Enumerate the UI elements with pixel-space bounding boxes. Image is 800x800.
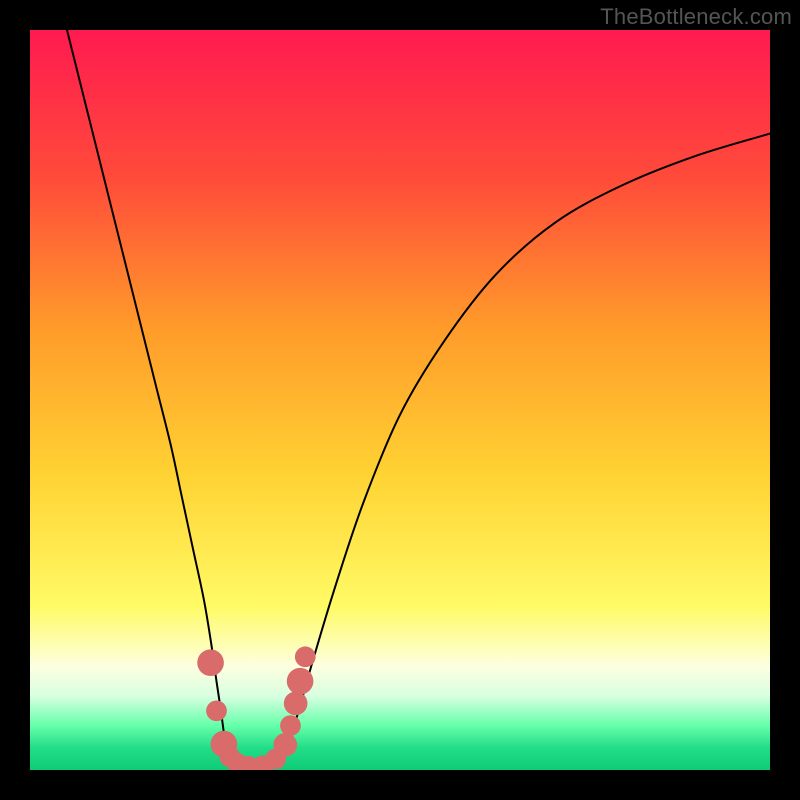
marker-dot [197, 649, 224, 676]
marker-dot [284, 692, 308, 716]
marker-dot [273, 733, 297, 757]
marker-dot [280, 715, 301, 736]
chart-svg [30, 30, 770, 770]
chart-background-gradient [30, 30, 770, 770]
marker-dot [206, 700, 227, 721]
watermark-text: TheBottleneck.com [600, 4, 792, 30]
marker-dot [295, 646, 316, 667]
marker-dot [287, 668, 314, 695]
chart-plot-area [30, 30, 770, 770]
chart-stage: TheBottleneck.com [0, 0, 800, 800]
